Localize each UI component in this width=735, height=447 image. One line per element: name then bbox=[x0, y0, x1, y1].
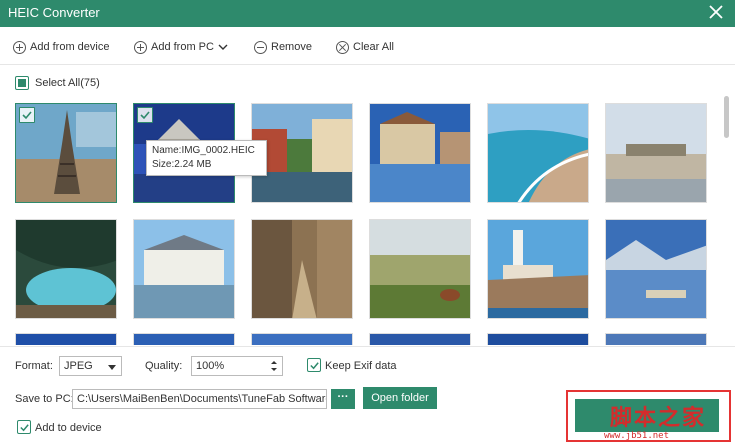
photo-thumbnail[interactable] bbox=[487, 219, 589, 319]
photo-thumbnail[interactable] bbox=[487, 103, 589, 203]
minus-circle-icon bbox=[254, 40, 267, 54]
photo-thumbnail[interactable] bbox=[369, 103, 471, 203]
photo-thumbnail[interactable] bbox=[251, 333, 353, 345]
plus-circle-icon bbox=[134, 40, 147, 54]
partial-check-icon bbox=[15, 76, 29, 90]
watermark-url: www.jb51.net bbox=[604, 431, 670, 441]
checkbox-checked-icon[interactable] bbox=[19, 107, 35, 123]
photo-thumbnail[interactable] bbox=[369, 219, 471, 319]
checkbox-checked-icon[interactable] bbox=[137, 107, 153, 123]
remove-button[interactable]: Remove bbox=[254, 39, 312, 55]
photo-thumbnail[interactable] bbox=[369, 333, 471, 345]
photo-thumbnail[interactable] bbox=[133, 333, 235, 345]
open-folder-button[interactable]: Open folder bbox=[363, 387, 437, 409]
format-label: Format: bbox=[15, 360, 53, 372]
add-from-pc-label: Add from PC bbox=[151, 41, 214, 53]
photo-thumbnail[interactable] bbox=[15, 219, 117, 319]
grid-scrollbar-thumb[interactable] bbox=[724, 96, 729, 138]
photo-thumbnail[interactable] bbox=[15, 103, 117, 203]
spinner-arrows-icon[interactable] bbox=[270, 359, 278, 373]
save-path-field[interactable]: C:\Users\MaiBenBen\Documents\TuneFab Sof… bbox=[72, 389, 327, 409]
select-all-label: Select All(75) bbox=[35, 77, 100, 89]
photo-grid bbox=[15, 103, 715, 345]
quality-value: 100% bbox=[196, 360, 225, 372]
add-from-device-label: Add from device bbox=[30, 41, 110, 53]
remove-label: Remove bbox=[271, 41, 312, 53]
browse-button[interactable]: ··· bbox=[331, 389, 355, 409]
photo-thumbnail[interactable] bbox=[605, 333, 707, 345]
photo-thumbnail[interactable] bbox=[605, 219, 707, 319]
toolbar: Add from device Add from PC Remove Clear… bbox=[0, 27, 735, 65]
photo-thumbnail[interactable] bbox=[605, 103, 707, 203]
settings-panel: Format: JPEG Quality: 100% Keep Exif dat… bbox=[0, 346, 735, 447]
tooltip-filename: Name:IMG_0002.HEIC bbox=[152, 145, 255, 156]
checkmark-icon bbox=[310, 362, 319, 370]
tooltip-filesize: Size:2.24 MB bbox=[152, 159, 212, 170]
chevron-down-icon[interactable] bbox=[218, 43, 228, 51]
select-all-checkbox[interactable]: Select All(75) bbox=[15, 76, 100, 90]
quality-label: Quality: bbox=[145, 360, 183, 372]
title-bar: HEIC Converter bbox=[0, 0, 735, 27]
photo-thumbnail[interactable] bbox=[251, 219, 353, 319]
photo-thumbnail[interactable] bbox=[133, 219, 235, 319]
add-to-device-checkbox[interactable] bbox=[17, 420, 31, 434]
keep-exif-checkbox[interactable] bbox=[307, 358, 321, 372]
close-icon[interactable] bbox=[707, 3, 725, 21]
window-title: HEIC Converter bbox=[8, 5, 100, 20]
clear-all-button[interactable]: Clear All bbox=[336, 39, 394, 55]
format-select[interactable]: JPEG bbox=[59, 356, 122, 376]
quality-stepper[interactable]: 100% bbox=[191, 356, 283, 376]
photo-thumbnail[interactable] bbox=[15, 333, 117, 345]
photo-thumbnail[interactable] bbox=[487, 333, 589, 345]
add-from-pc-button[interactable]: Add from PC bbox=[134, 39, 228, 55]
format-value: JPEG bbox=[64, 360, 93, 372]
clear-all-label: Clear All bbox=[353, 41, 394, 53]
checkmark-icon bbox=[20, 424, 29, 432]
file-info-tooltip: Name:IMG_0002.HEIC Size:2.24 MB bbox=[146, 140, 267, 176]
keep-exif-label: Keep Exif data bbox=[325, 360, 397, 372]
plus-circle-icon bbox=[13, 40, 26, 54]
close-circle-icon bbox=[336, 40, 349, 54]
add-to-device-label: Add to device bbox=[35, 422, 102, 434]
add-from-device-button[interactable]: Add from device bbox=[13, 39, 109, 55]
dropdown-arrow-icon bbox=[108, 365, 116, 370]
save-to-label: Save to PC: bbox=[15, 393, 74, 405]
watermark-text: 脚本之家 bbox=[610, 405, 707, 431]
